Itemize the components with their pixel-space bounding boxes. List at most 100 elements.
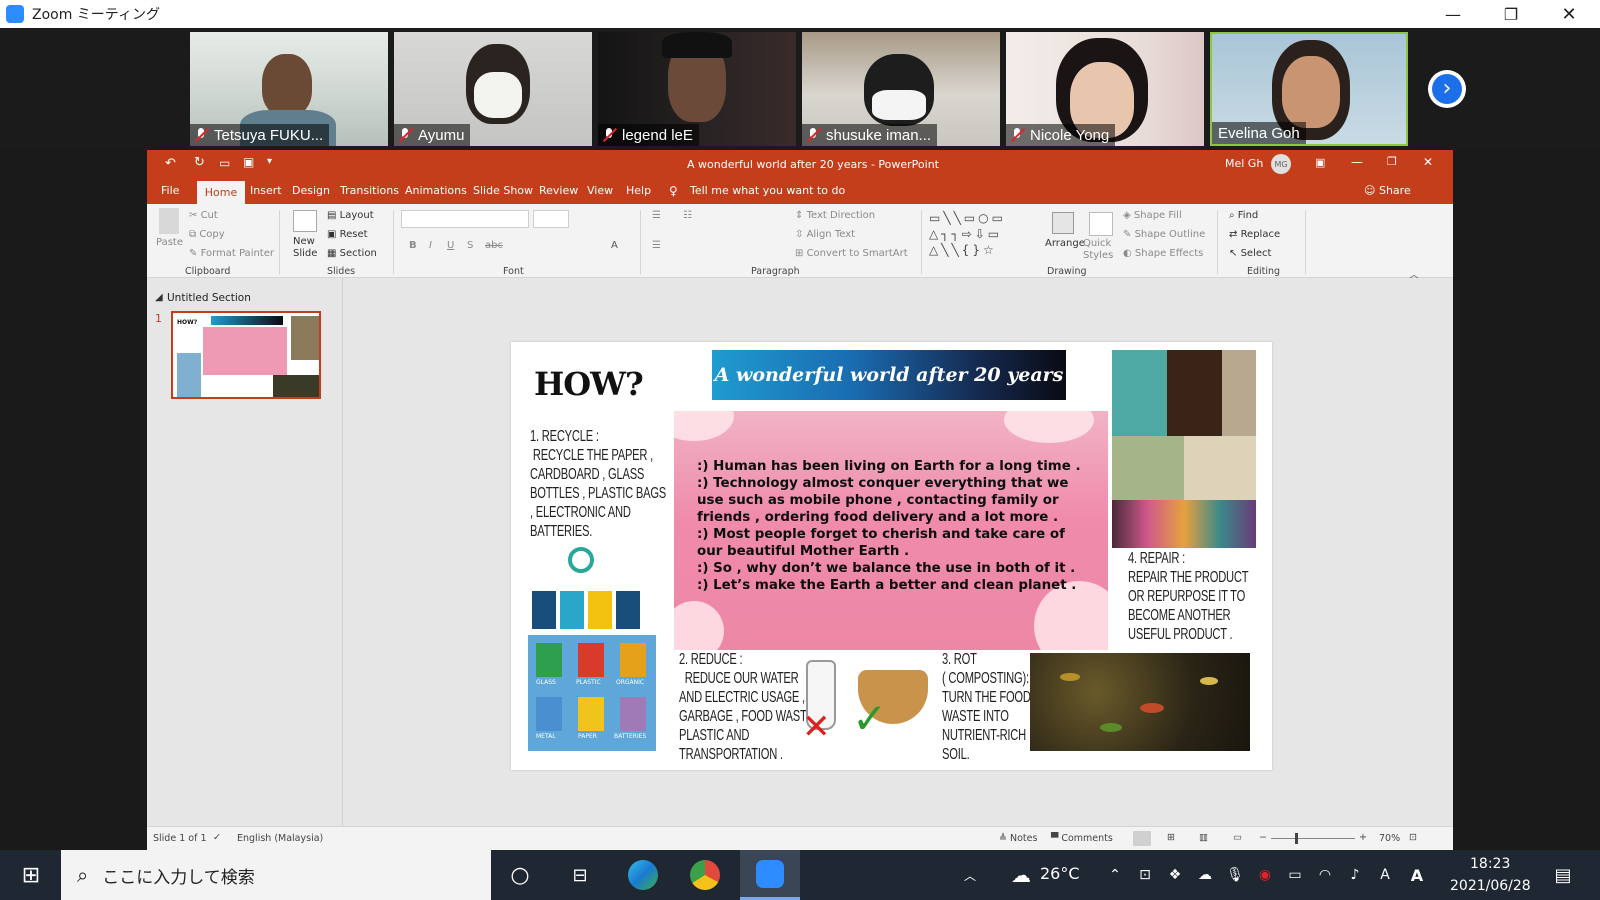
main-text-box[interactable]: :) Human has been living on Earth for a … bbox=[674, 411, 1108, 650]
share-button[interactable]: ☺ Share bbox=[1364, 184, 1411, 197]
select-button[interactable]: ↖ Select bbox=[1229, 248, 1271, 259]
restore-button[interactable]: ❐ bbox=[1482, 0, 1540, 28]
camera-icon[interactable]: ⊡ bbox=[1130, 860, 1160, 890]
zoom-in-icon[interactable]: + bbox=[1359, 832, 1367, 843]
zoom-out-icon[interactable]: − bbox=[1259, 832, 1267, 843]
underline-icon[interactable]: U bbox=[447, 240, 454, 251]
weather-icon[interactable]: ☁ bbox=[1006, 860, 1036, 890]
slide-thumbnail[interactable]: HOW? bbox=[171, 311, 321, 399]
notes-button[interactable]: ≜ Notes bbox=[999, 833, 1037, 844]
tab-slide-show[interactable]: Slide Show bbox=[473, 184, 533, 197]
tab-view[interactable]: View bbox=[587, 184, 613, 197]
slide-canvas[interactable]: HOW? A wonderful world after 20 years 1.… bbox=[511, 342, 1272, 770]
customize-toolbar-icon[interactable]: ▾ bbox=[267, 156, 272, 167]
quick-styles-icon[interactable] bbox=[1089, 212, 1113, 236]
font-size-box[interactable] bbox=[533, 210, 569, 228]
align-left-icon[interactable]: ☰ bbox=[652, 240, 661, 251]
tab-design[interactable]: Design bbox=[292, 184, 330, 197]
tab-file[interactable]: File bbox=[161, 184, 179, 197]
present-icon[interactable]: ▭ bbox=[219, 156, 230, 170]
cloud-icon[interactable]: ☁ bbox=[1190, 860, 1220, 890]
align-text-button[interactable]: ⇳ Align Text bbox=[795, 229, 855, 240]
slide-sorter-icon[interactable]: ⊞ bbox=[1167, 832, 1175, 843]
new-slide-button[interactable]: New Slide bbox=[293, 236, 323, 260]
participant-tile[interactable]: Ayumu bbox=[394, 32, 592, 146]
participant-tile[interactable]: legend leE bbox=[598, 32, 796, 146]
text-direction-button[interactable]: ⇕ Text Direction bbox=[795, 210, 875, 221]
shape-fill-button[interactable]: ◈ Shape Fill bbox=[1123, 210, 1182, 221]
participant-tile-active[interactable]: Evelina Goh bbox=[1210, 32, 1408, 146]
weather-temp[interactable]: 26°C bbox=[1040, 864, 1080, 883]
security-icon[interactable]: ◉ bbox=[1250, 860, 1280, 890]
layout-button[interactable]: ▤ Layout bbox=[327, 210, 374, 221]
section-button[interactable]: ▦ Section bbox=[327, 248, 377, 259]
bullets-icon[interactable]: ☰ bbox=[652, 210, 661, 221]
reset-button[interactable]: ▣ Reset bbox=[327, 229, 368, 240]
save-icon[interactable]: ▣ bbox=[243, 155, 254, 169]
smartart-button[interactable]: ⊞ Convert to SmartArt bbox=[795, 248, 908, 259]
italic-icon[interactable]: I bbox=[429, 240, 432, 251]
quick-styles-button[interactable]: Quick Styles bbox=[1083, 238, 1119, 262]
edge-icon[interactable] bbox=[628, 860, 658, 890]
cortana-icon[interactable]: ○ bbox=[505, 860, 535, 890]
fit-to-window-icon[interactable]: ⊡ bbox=[1409, 832, 1417, 843]
chrome-icon[interactable] bbox=[690, 860, 720, 890]
zoom-slider-thumb[interactable] bbox=[1295, 833, 1298, 844]
strikethrough-icon[interactable]: abc bbox=[485, 240, 503, 251]
zoom-level[interactable]: 70% bbox=[1379, 833, 1400, 844]
tab-review[interactable]: Review bbox=[539, 184, 578, 197]
minimize-button[interactable]: — bbox=[1424, 0, 1482, 28]
tab-home[interactable]: Home bbox=[197, 181, 245, 204]
ppt-restore-button[interactable]: ❐ bbox=[1387, 155, 1397, 168]
arrange-button[interactable]: Arrange bbox=[1045, 238, 1085, 249]
tab-transitions[interactable]: Transitions bbox=[340, 184, 399, 197]
paste-button[interactable]: Paste bbox=[156, 237, 183, 248]
numbering-icon[interactable]: ☷ bbox=[683, 210, 692, 221]
redo-icon[interactable]: ↻ bbox=[194, 155, 205, 170]
copy-button[interactable]: ⧉ Copy bbox=[189, 229, 225, 240]
cut-button[interactable]: ✂ Cut bbox=[189, 210, 218, 221]
undo-icon[interactable]: ↶ bbox=[165, 156, 176, 171]
replace-button[interactable]: ⇄ Replace bbox=[1229, 229, 1280, 240]
tab-insert[interactable]: Insert bbox=[250, 184, 282, 197]
shape-effects-button[interactable]: ◐ Shape Effects bbox=[1123, 248, 1203, 259]
microphone-icon[interactable]: 🎙 bbox=[1220, 860, 1250, 890]
windows-start-icon[interactable]: ⊞ bbox=[16, 860, 46, 890]
font-color-icon[interactable]: A bbox=[611, 240, 618, 251]
tab-animations[interactable]: Animations bbox=[405, 184, 467, 197]
language-status[interactable]: English (Malaysia) bbox=[237, 833, 323, 844]
bold-icon[interactable]: B bbox=[409, 240, 417, 251]
ime-icon[interactable]: A bbox=[1402, 860, 1432, 890]
new-slide-icon[interactable] bbox=[293, 210, 317, 232]
section-collapse-icon[interactable]: ◢ bbox=[155, 292, 163, 303]
show-hidden-icons[interactable]: ︿ bbox=[955, 860, 985, 890]
format-painter-button[interactable]: ✎ Format Painter bbox=[189, 248, 274, 259]
reading-view-icon[interactable]: ▥ bbox=[1199, 832, 1208, 843]
shapes-gallery[interactable]: ▭╲╲▭○▭ △┐┐⇨⇩▭ △╲╲{}☆ bbox=[929, 210, 1029, 260]
arrange-icon[interactable] bbox=[1052, 212, 1074, 234]
wifi-icon[interactable]: ◠ bbox=[1310, 860, 1340, 890]
spellcheck-icon[interactable]: ✓ bbox=[213, 832, 221, 843]
clock-time[interactable]: 18:23 bbox=[1470, 856, 1510, 872]
shape-outline-button[interactable]: ✎ Shape Outline bbox=[1123, 229, 1205, 240]
paste-icon[interactable] bbox=[159, 208, 179, 234]
chevron-up-icon[interactable]: ⌃ bbox=[1100, 860, 1130, 890]
battery-icon[interactable]: ▭ bbox=[1280, 860, 1310, 890]
zoom-slider[interactable] bbox=[1271, 838, 1355, 839]
ppt-close-button[interactable]: ✕ bbox=[1423, 155, 1433, 169]
avatar[interactable]: MG bbox=[1271, 154, 1291, 174]
participant-tile[interactable]: Nicole Yong bbox=[1006, 32, 1204, 146]
shadow-icon[interactable]: S bbox=[467, 240, 473, 251]
user-name[interactable]: Mel Gh bbox=[1225, 157, 1263, 170]
input-method-icon[interactable]: A bbox=[1370, 860, 1400, 890]
tab-help[interactable]: Help bbox=[626, 184, 651, 197]
task-view-icon[interactable]: ⊟ bbox=[565, 860, 595, 890]
notifications-icon[interactable]: ▤ bbox=[1548, 860, 1578, 890]
taskbar-search-box[interactable]: ⌕ ここに入力して検索 bbox=[61, 850, 491, 900]
next-participants-button[interactable]: › bbox=[1428, 70, 1466, 108]
dropbox-icon[interactable]: ❖ bbox=[1160, 860, 1190, 890]
tell-me-search[interactable]: Tell me what you want to do bbox=[690, 184, 845, 197]
font-name-box[interactable] bbox=[401, 210, 529, 228]
section-header[interactable]: Untitled Section bbox=[167, 292, 251, 304]
clock-date[interactable]: 2021/06/28 bbox=[1450, 878, 1531, 894]
